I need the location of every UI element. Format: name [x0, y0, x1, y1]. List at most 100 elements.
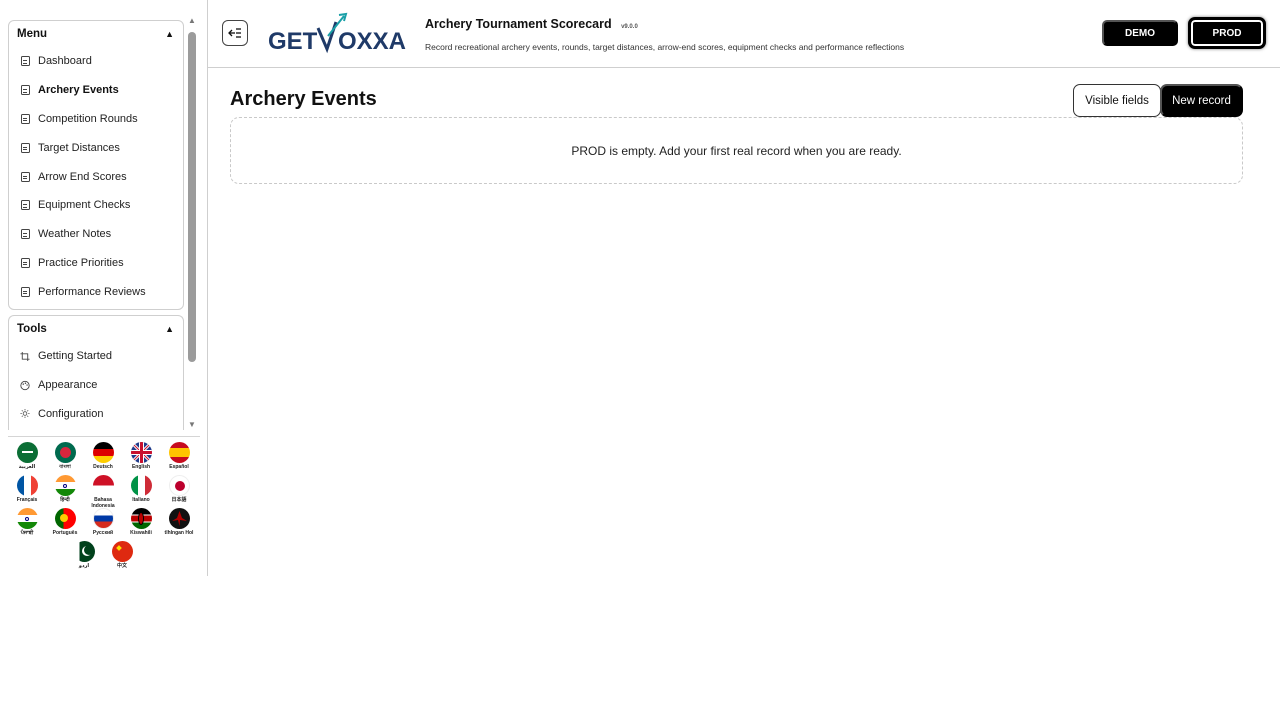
sidebar-item-configuration[interactable]: Configuration — [9, 400, 183, 429]
collapse-sidebar-icon — [228, 28, 241, 38]
app-subtitle: Record recreational archery events, roun… — [425, 42, 905, 52]
language-german[interactable]: Deutsch — [84, 442, 122, 470]
sidebar-item-label: Arrow End Scores — [38, 170, 127, 183]
collapse-caret-icon[interactable]: ▲ — [165, 29, 174, 39]
document-icon — [20, 257, 30, 268]
document-icon — [20, 171, 30, 182]
flag-portugal-icon — [54, 508, 76, 529]
sun-gear-icon — [20, 409, 30, 419]
language-swahili[interactable]: Kiswahili — [122, 508, 160, 536]
sidebar-item-label: Appearance — [38, 379, 98, 392]
flag-japan-icon — [168, 475, 190, 496]
sidebar-item-getting-started[interactable]: Getting Started — [9, 342, 183, 371]
toggle-sidebar-button[interactable] — [222, 20, 248, 46]
language-russian[interactable]: Русский — [84, 508, 122, 536]
sidebar-item-arrow-end-scores[interactable]: Arrow End Scores — [9, 162, 183, 191]
language-klingon[interactable]: tlhIngan Hol — [160, 508, 198, 536]
sidebar-item-target-distances[interactable]: Target Distances — [9, 133, 183, 162]
page-title: Archery Events — [230, 88, 377, 110]
flag-klingon-icon — [168, 508, 190, 529]
language-japanese[interactable]: 日本語 — [160, 475, 198, 503]
language-chinese[interactable]: 中文 — [103, 541, 141, 569]
scrollbar-thumb[interactable] — [188, 32, 196, 362]
sidebar-item-weather-notes[interactable]: Weather Notes — [9, 220, 183, 249]
tools-panel-header[interactable]: Tools ▲ — [9, 316, 183, 342]
visible-fields-button[interactable]: Visible fields — [1073, 84, 1161, 117]
flag-bangladesh-icon — [54, 442, 76, 463]
new-record-button[interactable]: New record — [1160, 84, 1243, 117]
divider — [8, 436, 200, 437]
sidebar-item-label: Equipment Checks — [38, 199, 131, 212]
crop-icon — [20, 351, 30, 361]
sidebar-item-competition-rounds[interactable]: Competition Rounds — [9, 105, 183, 134]
language-hindi[interactable]: हिन्दी — [46, 475, 84, 503]
flag-spain-icon — [168, 442, 190, 463]
app-version: v9.0.0 — [621, 24, 638, 30]
app-title: Archery Tournament Scorecard — [425, 17, 612, 31]
document-icon — [20, 286, 30, 297]
language-urdu[interactable]: اردو — [65, 541, 103, 569]
flag-germany-icon — [92, 442, 114, 463]
document-icon — [20, 113, 30, 124]
tools-panel: Tools ▲ Getting Started Appearance Confi… — [8, 315, 184, 430]
flag-russia-icon — [92, 508, 114, 529]
sidebar: Menu ▲ Dashboard Archery Events Competit… — [0, 0, 208, 576]
scroll-up-icon[interactable]: ▲ — [187, 16, 197, 26]
getvoxxa-logo[interactable]: GET OXXA — [268, 12, 413, 56]
sidebar-item-dashboard[interactable]: Dashboard — [9, 47, 183, 76]
flag-uk-icon — [130, 442, 152, 463]
flag-india-icon — [16, 508, 38, 529]
sidebar-item-label: Dashboard — [38, 55, 92, 68]
sidebar-item-equipment-checks[interactable]: Equipment Checks — [9, 191, 183, 220]
language-punjabi[interactable]: ਪੰਜਾਬੀ — [8, 508, 46, 536]
flag-india-icon — [54, 475, 76, 496]
document-icon — [20, 200, 30, 211]
sidebar-item-practice-priorities[interactable]: Practice Priorities — [9, 249, 183, 278]
sidebar-item-label: Configuration — [38, 407, 104, 420]
sidebar-item-label: Competition Rounds — [38, 112, 138, 125]
app-title-block: Archery Tournament Scorecard v9.0.0 Reco… — [425, 15, 904, 52]
language-indonesian[interactable]: Bahasa Indonesia — [84, 475, 122, 509]
sidebar-item-label: Weather Notes — [38, 228, 112, 241]
flag-pakistan-icon — [73, 541, 95, 562]
language-bengali[interactable]: বাংলা — [46, 442, 84, 470]
language-arabic[interactable]: العربية — [8, 442, 46, 470]
language-english[interactable]: English — [122, 442, 160, 470]
palette-icon — [20, 380, 30, 390]
document-icon — [20, 56, 30, 67]
sidebar-item-label: Archery Events — [38, 84, 119, 97]
svg-text:OXXA: OXXA — [338, 28, 406, 55]
sidebar-scroll-area: Menu ▲ Dashboard Archery Events Competit… — [0, 16, 200, 430]
menu-panel-header[interactable]: Menu ▲ — [9, 21, 183, 47]
document-icon — [20, 85, 30, 96]
env-demo-button[interactable]: DEMO — [1102, 20, 1178, 46]
language-french[interactable]: Français — [8, 475, 46, 503]
sidebar-item-appearance[interactable]: Appearance — [9, 371, 183, 400]
menu-panel-title: Menu — [17, 28, 48, 40]
tools-panel-title: Tools — [17, 323, 47, 335]
sidebar-item-label: Target Distances — [38, 141, 120, 154]
flag-indonesia-icon — [92, 475, 114, 496]
menu-panel: Menu ▲ Dashboard Archery Events Competit… — [8, 20, 184, 310]
env-prod-button[interactable]: PROD — [1188, 17, 1266, 49]
scroll-down-icon[interactable]: ▼ — [187, 420, 197, 430]
language-italian[interactable]: Italiano — [122, 475, 160, 503]
empty-state-message: PROD is empty. Add your first real recor… — [571, 143, 902, 158]
document-icon — [20, 229, 30, 240]
flag-china-icon — [111, 541, 133, 562]
flag-kenya-icon — [130, 508, 152, 529]
sidebar-scrollbar[interactable]: ▲ ▼ — [186, 16, 198, 430]
svg-text:GET: GET — [268, 28, 318, 55]
flag-italy-icon — [130, 475, 152, 496]
language-portuguese[interactable]: Português — [46, 508, 84, 536]
sidebar-item-archery-events[interactable]: Archery Events — [9, 76, 183, 105]
sidebar-item-label: Getting Started — [38, 350, 112, 363]
language-spanish[interactable]: Español — [160, 442, 198, 470]
sidebar-item-label: Performance Reviews — [38, 285, 146, 298]
empty-state: PROD is empty. Add your first real recor… — [230, 117, 1243, 184]
flag-france-icon — [16, 475, 38, 496]
sidebar-item-performance-reviews[interactable]: Performance Reviews — [9, 277, 183, 306]
sidebar-item-label: Practice Priorities — [38, 256, 124, 269]
collapse-caret-icon[interactable]: ▲ — [165, 324, 174, 334]
top-header: GET OXXA Archery Tournament Scorecard v9… — [208, 0, 1280, 68]
